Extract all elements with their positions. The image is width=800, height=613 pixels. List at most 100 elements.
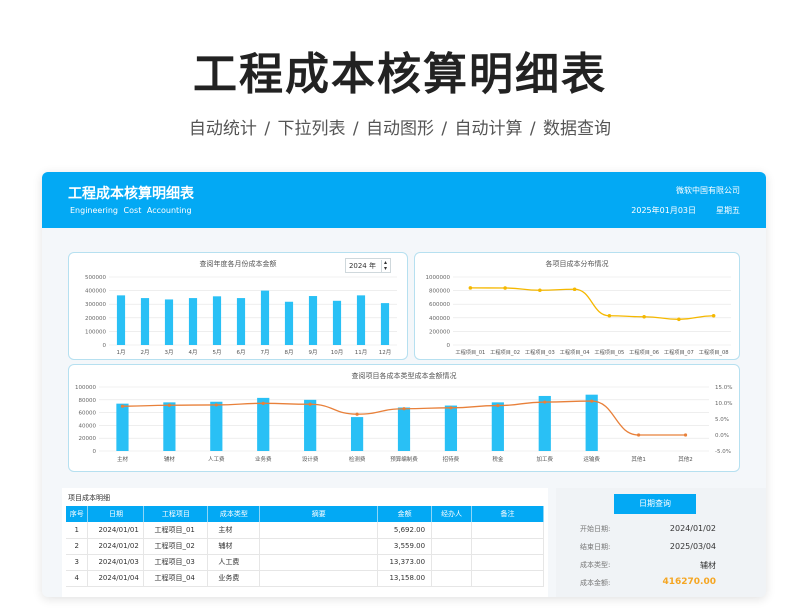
x-tick-label: 3月 [165,349,174,356]
bar [164,299,174,345]
year-selector[interactable]: 2024 年 ▴ ▾ [344,258,391,273]
table-row[interactable]: 3 2024/01/03 工程项目_03 人工费 13,373.00 [66,554,544,571]
bar [332,300,342,345]
x-tick-label: 4月 [189,349,198,356]
end-date-label: 结束日期: [580,543,611,551]
table-cell [471,554,544,571]
table-cell: 5,692.00 [377,522,433,539]
y-tick-label: 200000 [85,316,106,322]
data-point [503,286,507,290]
data-point [607,313,612,318]
x-tick-label: 工程项目_06 [629,348,659,356]
cost-amount-label: 成本金额: [580,579,611,587]
data-point [308,402,312,406]
table-cell: 业务费 [207,570,261,587]
dashboard-title: 工程成本核算明细表 [68,186,194,202]
bar [163,402,176,451]
table-cell: 工程项目_04 [143,570,209,587]
cost-type-value[interactable]: 辅材 [658,560,716,571]
col-header: 序号 [66,506,89,522]
col-header: 成本类型 [207,506,261,522]
table-cell: 2024/01/03 [87,554,145,571]
y-tick-label: 600000 [429,302,450,308]
table-cell: 2024/01/02 [87,538,145,555]
data-point [355,412,359,416]
current-date: 2025年01月03日 [631,206,696,215]
y-tick-label: 500000 [85,275,106,281]
end-date-value[interactable]: 2025/03/04 [658,542,716,551]
year-value: 2024 年 [348,261,376,270]
table-cell: 工程项目_02 [143,538,209,555]
table-cell: 工程项目_01 [143,522,209,539]
x-tick-label: 检测费 [349,455,366,463]
col-header: 日期 [87,506,145,522]
bar [140,298,150,345]
data-point [637,433,641,437]
table-cell: 1 [66,522,89,539]
bar [444,405,458,451]
table-row[interactable]: 1 2024/01/01 工程项目_01 主材 5,692.00 [66,522,544,539]
detail-table: 序号 日期 工程项目 成本类型 摘要 金额 经办人 备注 1 2024/01/01… [66,506,544,587]
x-tick-label: 设计费 [302,455,319,463]
x-tick-label: 人工费 [208,455,225,463]
col-header: 金额 [377,506,433,522]
table-cell: 2 [66,538,89,555]
table-cell: 3 [66,554,89,571]
y2-tick-label: 0.0% [715,433,729,439]
x-tick-label: 预算编制费 [390,455,418,463]
bar [538,395,551,451]
col-header: 摘要 [259,506,379,522]
table-cell: 主材 [207,522,261,539]
data-point [120,404,125,408]
hero-title: 工程成本核算明细表 [193,49,607,100]
table-row[interactable]: 2 2024/01/02 工程项目_02 辅材 3,559.00 [66,538,544,555]
start-date-value[interactable]: 2024/01/02 [658,524,716,533]
year-spinner-icon[interactable]: ▴ ▾ [380,259,387,272]
query-panel: 日期查询 开始日期: 2024/01/02 结束日期: 2025/03/04 成… [556,488,766,597]
x-tick-label: 7月 [261,349,270,356]
data-point [642,314,646,319]
company-name: 微软中国有限公司 [676,186,740,195]
data-point [683,433,688,437]
cost-type-panel: 查阅项目各成本类型成本金额情况 0 20000 40000 60000 80000 100… [68,364,740,472]
table-cell: 13,373.00 [377,554,433,571]
bar [308,296,318,345]
x-tick-label: 工程项目_08 [699,348,729,356]
table-cell: 2024/01/04 [87,570,145,587]
col-header: 备注 [471,506,544,522]
x-tick-label: 主材 [117,455,129,463]
x-tick-label: 业务费 [255,455,272,463]
y2-tick-label: 15.0% [715,385,732,391]
table-cell: 4 [66,570,89,587]
x-tick-label: 工程项目_01 [455,348,485,356]
x-tick-label: 2月 [141,349,150,356]
x-tick-label: 8月 [285,349,294,356]
table-cell [431,554,473,571]
data-point [538,288,542,293]
monthly-cost-panel: 查阅年度各月份成本金额 2024 年 ▴ ▾ 0 100000 200000 30000… [68,252,408,360]
x-tick-label: 其他2 [678,455,693,463]
bar [491,402,504,451]
x-tick-label: 1月 [117,349,126,356]
table-row[interactable]: 4 2024/01/04 工程项目_04 业务费 13,158.00 [66,570,544,587]
x-tick-label: 12月 [379,349,392,356]
table-cell [259,554,379,571]
bar [380,303,390,345]
detail-section: 项目成本明细 序号 日期 工程项目 成本类型 摘要 金额 经办人 备注 1 202… [62,488,548,597]
bar [304,399,317,451]
y2-tick-label: -5.0% [715,449,731,455]
x-tick-label: 运输费 [583,455,600,463]
x-tick-label: 工程项目_04 [560,348,591,356]
y-tick-label: 40000 [79,423,97,429]
bar [236,298,246,345]
hero-subtitle: 自动统计 / 下拉列表 / 自动图形 / 自动计算 / 数据查询 [188,119,612,139]
table-cell: 辅材 [207,538,261,555]
date-query-button[interactable]: 日期查询 [614,494,696,514]
series-line [470,287,714,320]
table-cell [431,570,473,587]
bar [260,290,270,345]
bar [350,417,364,451]
bar [116,403,129,451]
data-point [449,406,453,410]
bar [212,296,222,345]
